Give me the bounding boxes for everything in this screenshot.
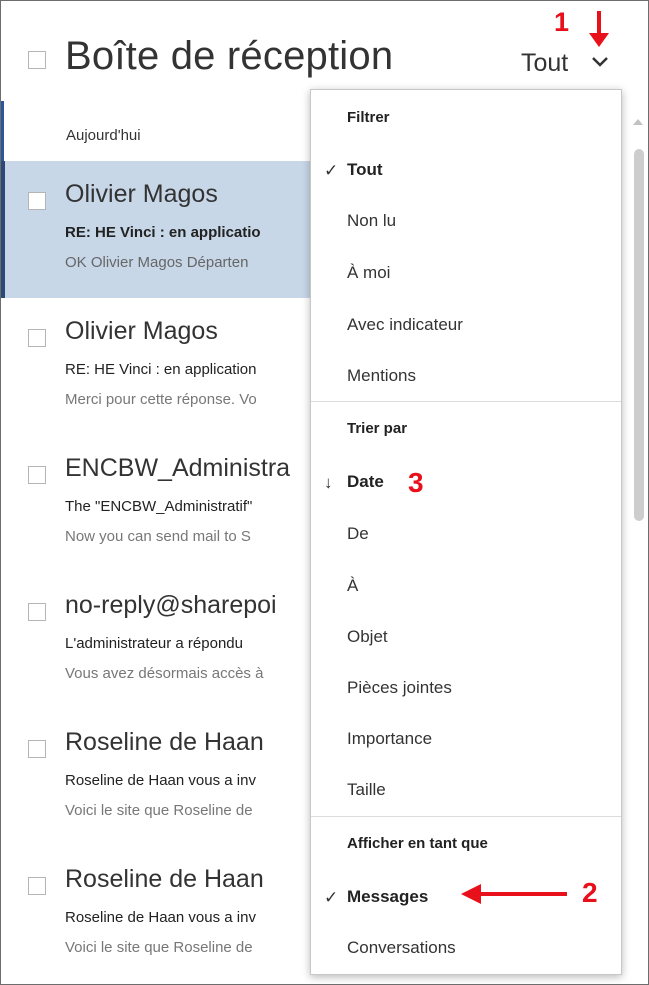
menu-item-filter[interactable]: Avec indicateur xyxy=(347,315,463,335)
annotation-2: 2 xyxy=(582,877,598,908)
message-subject: Roseline de Haan vous a inv xyxy=(65,772,256,789)
message-sender: Roseline de Haan xyxy=(65,728,264,756)
menu-item-filter[interactable]: Non lu xyxy=(347,211,396,231)
message-checkbox[interactable] xyxy=(28,877,46,895)
annotation-1: 1 xyxy=(554,7,570,37)
message-preview: Voici le site que Roseline de xyxy=(65,802,253,819)
mail-window: Boîte de réception Tout 1 Aujourd'hui Ol… xyxy=(0,0,649,985)
message-sender: no-reply@sharepoi xyxy=(65,591,277,619)
message-checkbox[interactable] xyxy=(28,466,46,484)
menu-item-sort[interactable]: Importance xyxy=(347,729,432,749)
menu-item-view[interactable]: Messages xyxy=(347,887,428,907)
scroll-up-arrow-icon[interactable] xyxy=(633,119,643,125)
menu-section-view: Afficher en tant que xyxy=(347,835,488,852)
annotation-arrow-down-icon xyxy=(589,11,609,47)
message-preview: Voici le site que Roseline de xyxy=(65,939,253,956)
message-row[interactable]: no-reply@sharepoi L'administrateur a répo… xyxy=(1,572,311,709)
menu-section-sort: Trier par xyxy=(347,420,408,437)
message-sender: ENCBW_Administra xyxy=(65,454,291,482)
menu-item-view[interactable]: Conversations xyxy=(347,938,456,958)
menu-item-sort[interactable]: De xyxy=(347,524,369,544)
arrow-down-icon: ↓ xyxy=(324,473,333,492)
menu-item-sort[interactable]: Objet xyxy=(347,627,388,647)
message-subject: RE: HE Vinci : en application xyxy=(65,361,257,378)
menu-item-sort[interactable]: Pièces jointes xyxy=(347,678,452,698)
message-subject: L'administrateur a répondu xyxy=(65,635,243,652)
message-sender: Olivier Magos xyxy=(65,317,218,345)
message-row[interactable]: ENCBW_Administra The "ENCBW_Administratif… xyxy=(1,435,311,572)
menu-item-sort[interactable]: Taille xyxy=(347,780,386,800)
message-preview: Merci pour cette réponse. Vo xyxy=(65,391,257,408)
group-header-today: Aujourd'hui xyxy=(66,127,141,144)
message-row[interactable]: Roseline de Haan Roseline de Haan vous a … xyxy=(1,846,311,983)
message-row[interactable]: Olivier Magos RE: HE Vinci : en applicati… xyxy=(1,298,311,435)
menu-item-filter[interactable]: À moi xyxy=(347,263,390,283)
filter-dropdown-label[interactable]: Tout xyxy=(521,49,568,78)
menu-divider xyxy=(311,401,621,402)
page-title: Boîte de réception xyxy=(65,34,394,78)
select-all-checkbox[interactable] xyxy=(28,51,46,69)
left-accent-bar xyxy=(1,101,4,161)
message-checkbox[interactable] xyxy=(28,740,46,758)
message-checkbox[interactable] xyxy=(28,192,46,210)
message-subject: Roseline de Haan vous a inv xyxy=(65,909,256,926)
menu-item-sort[interactable]: À xyxy=(347,576,358,596)
menu-item-filter[interactable]: Tout xyxy=(347,160,383,180)
message-checkbox[interactable] xyxy=(28,329,46,347)
message-list: Olivier Magos RE: HE Vinci : en applicati… xyxy=(1,161,311,983)
message-row[interactable]: Olivier Magos RE: HE Vinci : en applicati… xyxy=(1,161,311,298)
message-preview: Now you can send mail to S xyxy=(65,528,251,545)
menu-item-filter[interactable]: Mentions xyxy=(347,366,416,386)
menu-divider xyxy=(311,816,621,817)
message-preview: OK Olivier Magos Départen xyxy=(65,254,249,271)
message-preview: Vous avez désormais accès à xyxy=(65,665,264,682)
menu-item-sort[interactable]: Date xyxy=(347,472,384,492)
scrollbar-thumb[interactable] xyxy=(634,149,644,521)
menu-section-filter: Filtrer xyxy=(347,109,390,126)
message-checkbox[interactable] xyxy=(28,603,46,621)
message-row[interactable]: Roseline de Haan Roseline de Haan vous a … xyxy=(1,709,311,846)
chevron-down-icon[interactable] xyxy=(590,55,610,69)
check-icon: ✓ xyxy=(324,888,339,907)
annotation-arrow-left-icon xyxy=(461,884,567,904)
message-sender: Roseline de Haan xyxy=(65,865,264,893)
message-subject: RE: HE Vinci : en applicatio xyxy=(65,224,261,241)
filter-sort-dropdown: Filtrer ✓ Tout Non lu À moi Avec indicateur Me… xyxy=(310,89,622,975)
annotation-3: 3 xyxy=(408,467,424,498)
message-subject: The "ENCBW_Administratif" xyxy=(65,498,253,515)
message-sender: Olivier Magos xyxy=(65,180,218,208)
check-icon: ✓ xyxy=(324,161,339,180)
